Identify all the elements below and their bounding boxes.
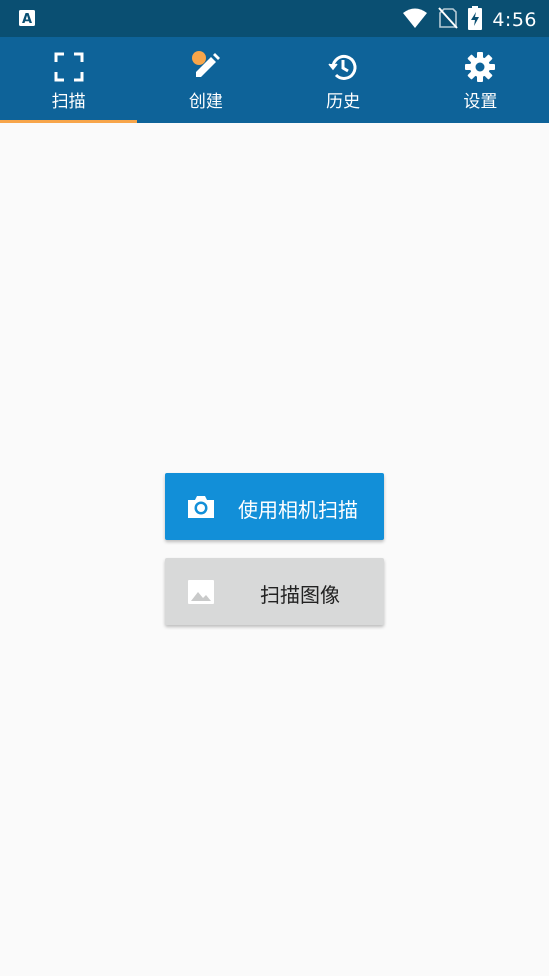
tab-history[interactable]: 历史 <box>275 37 412 123</box>
scan-with-camera-label: 使用相机扫描 <box>238 498 358 522</box>
status-time: 4:56 <box>492 9 537 31</box>
camera-icon <box>185 491 217 523</box>
tab-scan[interactable]: 扫描 <box>0 37 138 123</box>
scan-with-camera-button[interactable]: 使用相机扫描 <box>165 473 384 540</box>
status-bar: A 4:56 <box>0 0 549 37</box>
top-tab-bar: 扫描 创建 历史 设置 <box>0 37 549 123</box>
battery-charging-icon <box>468 6 483 34</box>
wifi-icon <box>402 7 428 33</box>
gear-icon <box>464 51 496 83</box>
tab-scan-label: 扫描 <box>51 92 86 112</box>
tab-history-label: 历史 <box>326 92 361 112</box>
tab-settings[interactable]: 设置 <box>412 37 549 123</box>
no-sim-icon <box>438 7 459 33</box>
scan-image-label: 扫描图像 <box>260 583 340 607</box>
pencil-icon <box>190 51 222 83</box>
scan-image-button[interactable]: 扫描图像 <box>165 558 384 625</box>
scan-frame-icon <box>53 51 85 83</box>
tab-create-label: 创建 <box>188 92 223 112</box>
tab-settings-label: 设置 <box>463 92 498 112</box>
tab-create[interactable]: 创建 <box>137 37 274 123</box>
history-icon <box>327 51 359 83</box>
svg-text:A: A <box>22 12 32 27</box>
image-icon <box>185 576 217 608</box>
app-notification-icon: A <box>18 10 36 31</box>
